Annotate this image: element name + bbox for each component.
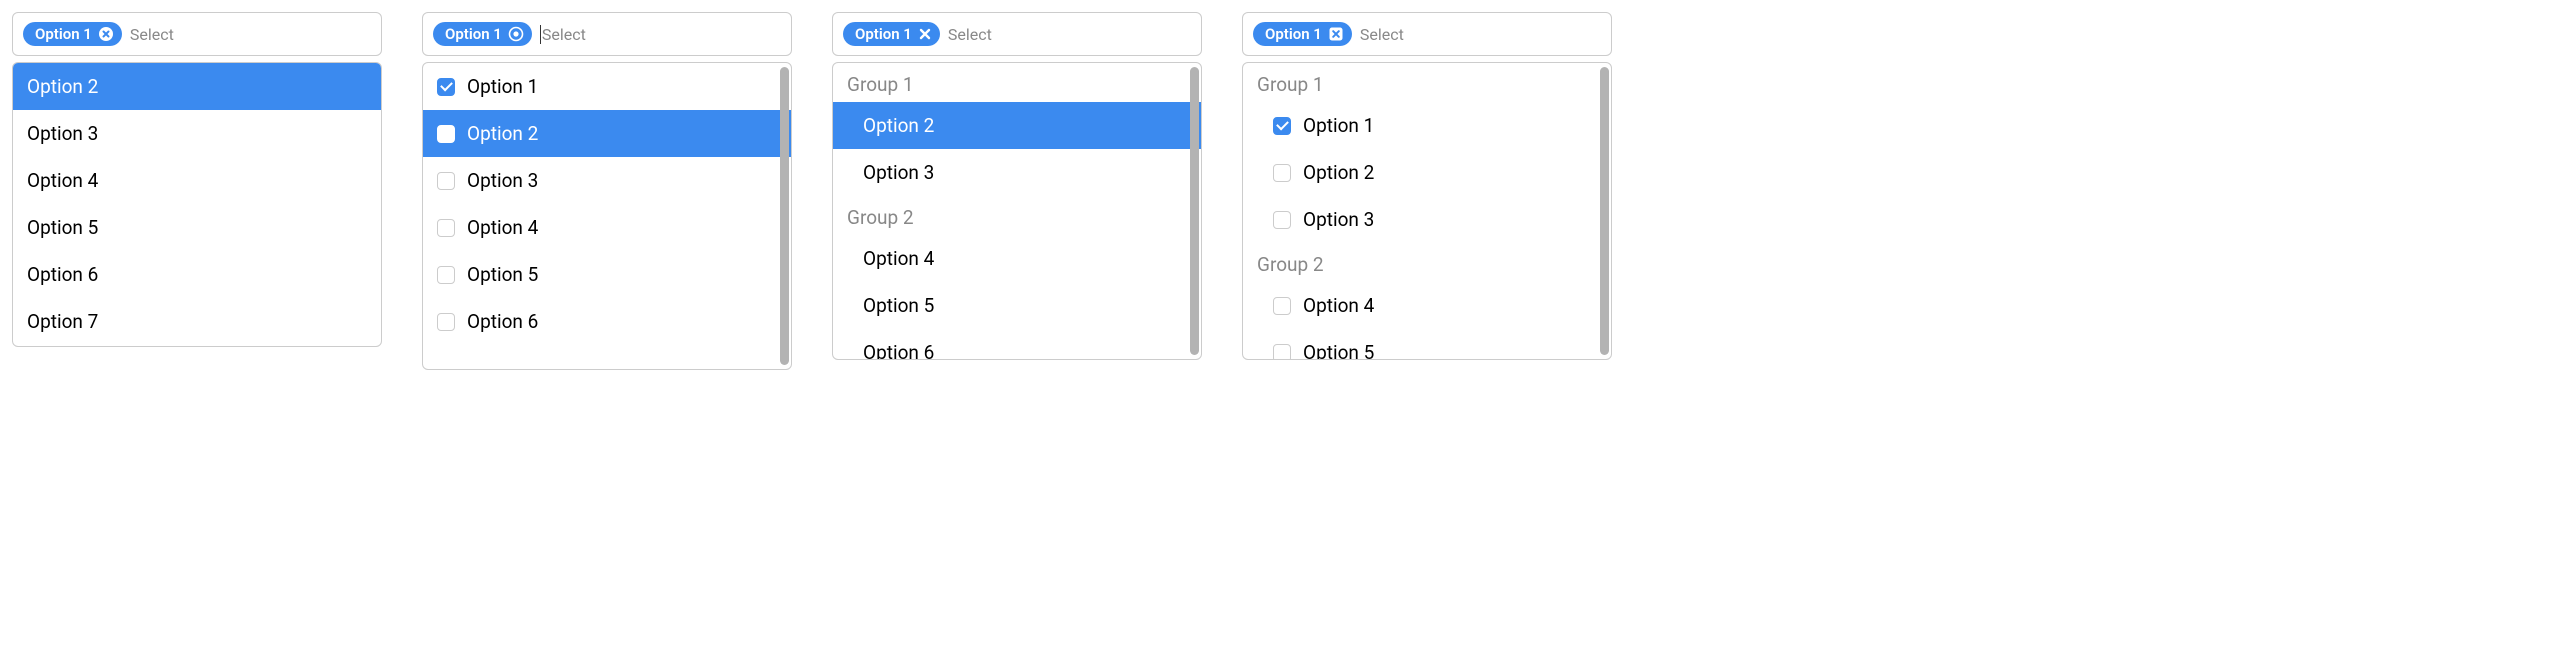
checkbox-icon[interactable] bbox=[437, 266, 455, 284]
option-item[interactable]: Option 2 bbox=[833, 102, 1201, 149]
tag-label: Option 1 bbox=[1265, 25, 1322, 43]
option-label: Option 3 bbox=[863, 161, 934, 184]
tag-label: Option 1 bbox=[445, 25, 502, 43]
option-label: Option 5 bbox=[1303, 341, 1374, 360]
selected-tag: Option 1 bbox=[23, 22, 122, 46]
times-circle-filled-icon[interactable] bbox=[98, 26, 114, 42]
checkbox-icon[interactable] bbox=[1273, 164, 1291, 182]
select-placeholder[interactable]: Select bbox=[130, 25, 174, 44]
option-label: Option 6 bbox=[863, 341, 934, 360]
option-item[interactable]: Option 2 bbox=[423, 110, 791, 157]
checkbox-icon[interactable] bbox=[437, 125, 455, 143]
option-label: Option 2 bbox=[1303, 161, 1374, 184]
dropdown-menu: Option 2 Option 3 Option 4 Option 5 Option 6… bbox=[12, 62, 382, 347]
option-item[interactable]: Option 1 bbox=[423, 63, 791, 110]
option-item[interactable]: Option 2 bbox=[13, 63, 381, 110]
select-placeholder[interactable]: Select bbox=[1360, 25, 1404, 44]
option-item[interactable]: Option 4 bbox=[1243, 282, 1611, 329]
multiselect: Option 1SelectOption 2Option 3Option 4Op… bbox=[12, 12, 382, 347]
select-placeholder[interactable]: Select bbox=[948, 25, 992, 44]
dropdown-menu: Group 1 Option 1 Option 2 Option 3 Group 2 Op… bbox=[1242, 62, 1612, 360]
selected-tag: Option 1 bbox=[433, 22, 532, 46]
dropdown-menu: Option 1 Option 2 Option 3 Option 4 Option 5… bbox=[422, 62, 792, 370]
checkbox-icon[interactable] bbox=[437, 172, 455, 190]
option-label: Option 7 bbox=[27, 310, 98, 333]
option-label: Option 3 bbox=[467, 169, 538, 192]
option-label: Option 2 bbox=[27, 75, 98, 98]
option-item[interactable]: Option 3 bbox=[1243, 196, 1611, 243]
checkbox-icon[interactable] bbox=[1273, 297, 1291, 315]
option-label: Option 2 bbox=[863, 114, 934, 137]
option-item[interactable]: Option 1 bbox=[1243, 102, 1611, 149]
multiselect: Option 1SelectGroup 1Option 2Option 3Gro… bbox=[832, 12, 1202, 360]
option-label: Option 5 bbox=[27, 216, 98, 239]
checkbox-icon[interactable] bbox=[437, 78, 455, 96]
option-item[interactable]: Option 5 bbox=[13, 204, 381, 251]
option-label: Option 3 bbox=[27, 122, 98, 145]
checkbox-icon[interactable] bbox=[1273, 117, 1291, 135]
group-label: Group 1 bbox=[833, 63, 1201, 102]
select-control[interactable]: Option 1 Select bbox=[1242, 12, 1612, 56]
option-item[interactable]: Option 6 bbox=[423, 298, 791, 345]
tag-label: Option 1 bbox=[35, 25, 92, 43]
option-item[interactable]: Option 6 bbox=[13, 251, 381, 298]
scrollbar[interactable] bbox=[1600, 67, 1609, 355]
scrollbar[interactable] bbox=[1190, 67, 1199, 355]
option-label: Option 5 bbox=[467, 263, 538, 286]
checkbox-icon[interactable] bbox=[1273, 211, 1291, 229]
option-item[interactable]: Option 5 bbox=[833, 282, 1201, 329]
option-item[interactable]: Option 5 bbox=[1243, 329, 1611, 360]
times-square-filled-icon[interactable] bbox=[1328, 26, 1344, 42]
checkbox-icon[interactable] bbox=[1273, 344, 1291, 361]
option-label: Option 4 bbox=[27, 169, 98, 192]
select-control[interactable]: Option 1 Select bbox=[832, 12, 1202, 56]
checkbox-icon[interactable] bbox=[437, 313, 455, 331]
tag-label: Option 1 bbox=[855, 25, 912, 43]
option-label: Option 2 bbox=[467, 122, 538, 145]
option-label: Option 3 bbox=[1303, 208, 1374, 231]
option-item[interactable]: Option 6 bbox=[833, 329, 1201, 360]
dot-circle-icon[interactable] bbox=[508, 26, 524, 42]
dropdown-menu: Group 1 Option 2 Option 3 Group 2 Option 4 Op… bbox=[832, 62, 1202, 360]
select-control[interactable]: Option 1 Select bbox=[422, 12, 792, 56]
multiselect: Option 1 Select Group 1 Option 1 Option 2 Opt… bbox=[1242, 12, 1612, 360]
option-item[interactable]: Option 5 bbox=[423, 251, 791, 298]
option-label: Option 4 bbox=[863, 247, 934, 270]
selected-tag: Option 1 bbox=[1253, 22, 1352, 46]
option-item[interactable]: Option 3 bbox=[13, 110, 381, 157]
option-label: Option 1 bbox=[467, 75, 538, 98]
scrollbar[interactable] bbox=[780, 67, 789, 365]
selected-tag: Option 1 bbox=[843, 22, 940, 46]
times-icon[interactable] bbox=[918, 27, 932, 41]
option-item[interactable]: Option 4 bbox=[833, 235, 1201, 282]
option-item[interactable]: Option 4 bbox=[423, 204, 791, 251]
group-label: Group 1 bbox=[1243, 63, 1611, 102]
multiselect: Option 1SelectOption 1Option 2Option 3Op… bbox=[422, 12, 792, 370]
option-item[interactable]: Option 3 bbox=[833, 149, 1201, 196]
group-label: Group 2 bbox=[833, 196, 1201, 235]
option-label: Option 4 bbox=[467, 216, 538, 239]
option-item[interactable]: Option 2 bbox=[1243, 149, 1611, 196]
selects-container: Option 1SelectOption 2Option 3Option 4Op… bbox=[12, 12, 2558, 370]
group-label: Group 2 bbox=[1243, 243, 1611, 282]
checkbox-icon[interactable] bbox=[437, 219, 455, 237]
option-label: Option 1 bbox=[1303, 114, 1374, 137]
option-label: Option 4 bbox=[1303, 294, 1374, 317]
option-item[interactable]: Option 4 bbox=[13, 157, 381, 204]
option-item[interactable]: Option 3 bbox=[423, 157, 791, 204]
option-label: Option 6 bbox=[27, 263, 98, 286]
option-item[interactable]: Option 7 bbox=[13, 298, 381, 345]
select-placeholder[interactable]: Select bbox=[540, 25, 586, 44]
select-control[interactable]: Option 1 Select bbox=[12, 12, 382, 56]
option-label: Option 5 bbox=[863, 294, 934, 317]
option-label: Option 6 bbox=[467, 310, 538, 333]
